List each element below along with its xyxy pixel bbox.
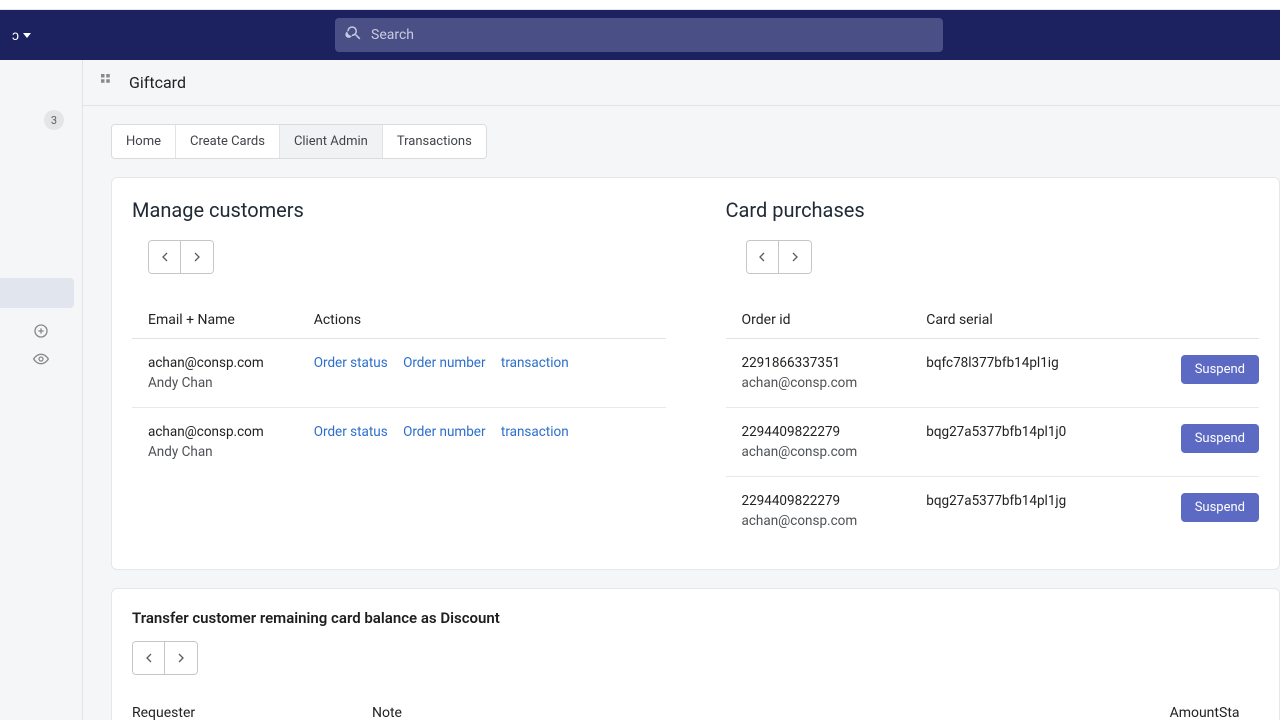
transfer-table: Requester Note Amount Sta [132, 695, 1259, 720]
page-title-bar: Giftcard [83, 60, 1280, 106]
col-card-serial: Card serial [926, 302, 1139, 339]
transfer-title: Transfer customer remaining card balance… [132, 609, 1259, 627]
col-email-name: Email + Name [132, 302, 314, 339]
table-row: achan@consp.com Andy Chan Order status O… [132, 408, 666, 477]
tab-client-admin[interactable]: Client Admin [280, 125, 383, 158]
suspend-button[interactable]: Suspend [1181, 493, 1259, 522]
table-row: 2291866337351 achan@consp.com bqfc78l377… [726, 339, 1260, 408]
order-status-link[interactable]: Order status [314, 355, 388, 371]
manage-customers-section: Manage customers [132, 198, 666, 545]
purchases-prev-button[interactable] [747, 241, 779, 273]
app-grid-icon [101, 73, 115, 92]
col-actions: Actions [314, 302, 666, 339]
customer-email: achan@consp.com [148, 424, 314, 440]
search-input[interactable] [371, 27, 933, 43]
table-row: 2294409822279 achan@consp.com bqg27a5377… [726, 477, 1260, 546]
purchases-table: Order id Card serial 2291866337351 achan… [726, 302, 1260, 545]
left-nav-rail: 3 [0, 60, 83, 720]
tab-create-cards[interactable]: Create Cards [176, 125, 280, 158]
transaction-link[interactable]: transaction [501, 424, 569, 440]
eye-icon[interactable] [32, 350, 50, 368]
purchases-next-button[interactable] [779, 241, 811, 273]
purchases-pager [746, 240, 812, 274]
col-requester: Requester [132, 695, 372, 720]
col-amount: Amount [1119, 695, 1219, 720]
order-number-link[interactable]: Order number [403, 424, 485, 440]
order-status-link[interactable]: Order status [314, 424, 388, 440]
transfer-panel: Transfer customer remaining card balance… [111, 588, 1280, 720]
transfer-next-button[interactable] [165, 642, 197, 674]
chevron-down-icon [23, 33, 31, 38]
customers-pager [148, 240, 214, 274]
nav-selected-indicator [0, 278, 74, 308]
customer-name: Andy Chan [148, 444, 314, 460]
card-purchases-section: Card purchases [726, 198, 1260, 545]
search-icon [345, 24, 363, 46]
card-serial: bqg27a5377bfb14pl1j0 [926, 408, 1139, 477]
add-icon[interactable] [32, 322, 50, 340]
tab-home[interactable]: Home [112, 125, 176, 158]
main-panel: Manage customers [111, 177, 1280, 570]
purchase-email: achan@consp.com [742, 444, 927, 460]
nav-badge-count[interactable]: 3 [44, 110, 64, 130]
card-serial: bqg27a5377bfb14pl1jg [926, 477, 1139, 546]
customers-prev-button[interactable] [149, 241, 181, 273]
browser-top-stripe [0, 0, 1280, 10]
col-order-id: Order id [726, 302, 927, 339]
col-status: Sta [1219, 695, 1259, 720]
card-purchases-title: Card purchases [726, 198, 1260, 222]
purchase-email: achan@consp.com [742, 375, 927, 391]
customers-table: Email + Name Actions achan@consp.com And… [132, 302, 666, 476]
order-id: 2294409822279 [742, 493, 927, 509]
tab-transactions[interactable]: Transactions [383, 125, 486, 158]
manage-customers-title: Manage customers [132, 198, 666, 222]
page-title: Giftcard [129, 73, 186, 92]
order-id: 2291866337351 [742, 355, 927, 371]
customer-name: Andy Chan [148, 375, 314, 391]
customer-email: achan@consp.com [148, 355, 314, 371]
transaction-link[interactable]: transaction [501, 355, 569, 371]
suspend-button[interactable]: Suspend [1181, 355, 1259, 384]
table-row: achan@consp.com Andy Chan Order status O… [132, 339, 666, 408]
order-id: 2294409822279 [742, 424, 927, 440]
dropdown-trail-char: ɔ [12, 27, 19, 44]
purchase-email: achan@consp.com [742, 513, 927, 529]
table-row: 2294409822279 achan@consp.com bqg27a5377… [726, 408, 1260, 477]
app-header: ɔ [0, 10, 1280, 60]
customers-next-button[interactable] [181, 241, 213, 273]
transfer-prev-button[interactable] [133, 642, 165, 674]
suspend-button[interactable]: Suspend [1181, 424, 1259, 453]
transfer-pager [132, 641, 198, 675]
global-search[interactable] [335, 18, 943, 52]
tab-bar: Home Create Cards Client Admin Transacti… [111, 124, 487, 159]
org-dropdown[interactable]: ɔ [12, 27, 31, 44]
col-note: Note [372, 695, 1119, 720]
order-number-link[interactable]: Order number [403, 355, 485, 371]
card-serial: bqfc78l377bfb14pl1ig [926, 339, 1139, 408]
